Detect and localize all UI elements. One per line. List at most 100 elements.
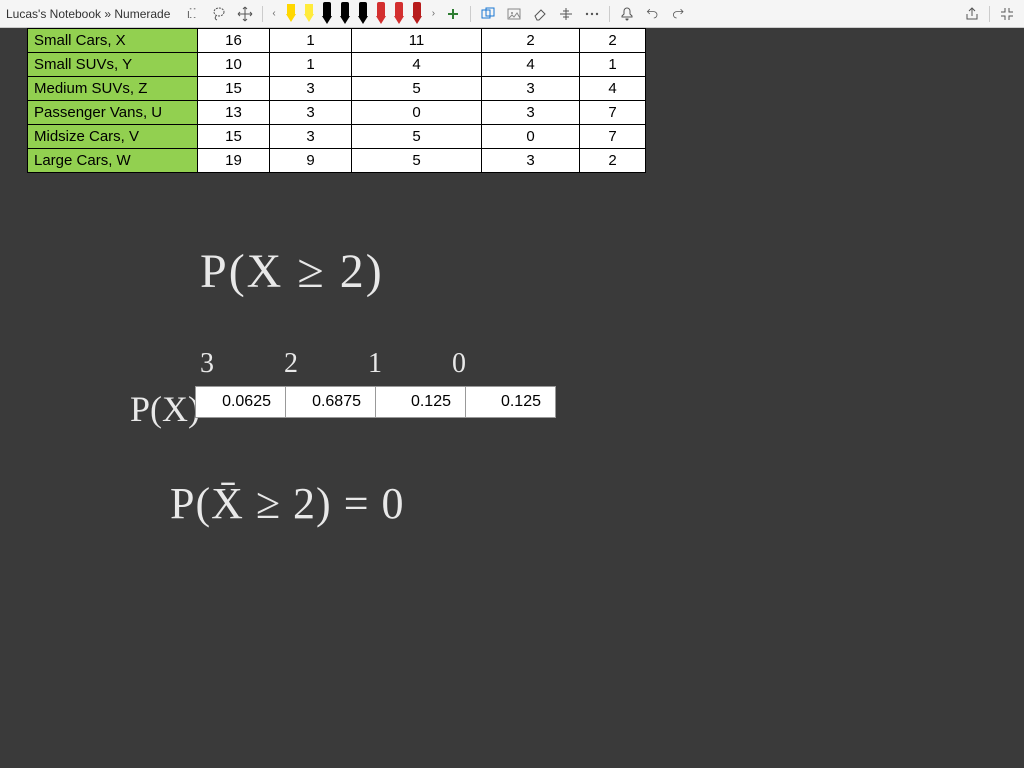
row-label: Midsize Cars, V	[28, 125, 198, 149]
cell: 11	[352, 29, 482, 53]
add-pen-button[interactable]	[442, 3, 464, 25]
cell: 10	[198, 53, 270, 77]
eraser-icon	[532, 6, 548, 22]
fullscreen-button[interactable]	[996, 3, 1018, 25]
toolbar: Lucas's Notebook » Numerade I ‹ ›	[0, 0, 1024, 28]
redo-icon	[671, 6, 687, 22]
pen-tool-1[interactable]	[301, 2, 317, 26]
bell-icon	[619, 6, 635, 22]
cell: 0.125	[466, 387, 556, 418]
cell: 7	[580, 101, 646, 125]
handwritten-column-labels: 3 2 1 0	[200, 348, 466, 380]
pen-tool-3[interactable]	[337, 2, 353, 26]
row-label: Small Cars, X	[28, 29, 198, 53]
table-row: 0.06250.68750.1250.125	[196, 387, 556, 418]
cell: 9	[270, 149, 352, 173]
cell: 0	[482, 125, 580, 149]
cell: 5	[352, 77, 482, 101]
ruler-button[interactable]	[555, 3, 577, 25]
undo-button[interactable]	[642, 3, 664, 25]
table-row: Small SUVs, Y101441	[28, 53, 646, 77]
pen-tool-2[interactable]	[319, 2, 335, 26]
probability-table: 0.06250.68750.1250.125	[195, 386, 556, 418]
shapes-icon	[480, 6, 496, 22]
cell: 1	[270, 53, 352, 77]
next-pen-button[interactable]: ›	[429, 8, 438, 19]
cell: 7	[580, 125, 646, 149]
text-tool-button[interactable]: I	[182, 3, 204, 25]
handwritten-label: 0	[452, 348, 466, 380]
pan-tool-button[interactable]	[234, 3, 256, 25]
canvas[interactable]: Small Cars, X1611122Small SUVs, Y101441M…	[0, 28, 1024, 768]
cell: 19	[198, 149, 270, 173]
cell: 3	[482, 101, 580, 125]
handwritten-px-label: P(X)	[130, 388, 200, 430]
pen-tool-0[interactable]	[283, 2, 299, 26]
cell: 2	[580, 29, 646, 53]
cell: 0.6875	[286, 387, 376, 418]
cell: 0.125	[376, 387, 466, 418]
row-label: Small SUVs, Y	[28, 53, 198, 77]
share-icon	[964, 6, 980, 22]
cell: 4	[352, 53, 482, 77]
image-icon	[506, 6, 522, 22]
vehicle-data-table: Small Cars, X1611122Small SUVs, Y101441M…	[27, 28, 646, 173]
pen-tool-5[interactable]	[373, 2, 389, 26]
handwritten-expression-1: P(X ≥ 2)	[200, 244, 384, 299]
cell: 2	[482, 29, 580, 53]
handwritten-label: 1	[368, 348, 382, 380]
plus-icon	[445, 6, 461, 22]
cell: 3	[270, 101, 352, 125]
cell: 3	[270, 77, 352, 101]
handwritten-expression-2: P(X̄ ≥ 2) = 0	[170, 478, 405, 529]
row-label: Large Cars, W	[28, 149, 198, 173]
cell: 3	[482, 149, 580, 173]
svg-text:I: I	[187, 10, 190, 21]
cell: 3	[270, 125, 352, 149]
eraser-button[interactable]	[529, 3, 551, 25]
table-row: Medium SUVs, Z153534	[28, 77, 646, 101]
table-row: Midsize Cars, V153507	[28, 125, 646, 149]
table-row: Small Cars, X1611122	[28, 29, 646, 53]
undo-icon	[645, 6, 661, 22]
cell: 0.0625	[196, 387, 286, 418]
cell: 16	[198, 29, 270, 53]
pen-tool-4[interactable]	[355, 2, 371, 26]
pan-icon	[237, 6, 253, 22]
collapse-icon	[999, 6, 1015, 22]
redo-button[interactable]	[668, 3, 690, 25]
shapes-button[interactable]	[477, 3, 499, 25]
cell: 2	[580, 149, 646, 173]
prev-pen-button[interactable]: ‹	[269, 8, 278, 19]
pen-tool-7[interactable]	[409, 2, 425, 26]
cell: 0	[352, 101, 482, 125]
ruler-icon	[558, 6, 574, 22]
notebook-title: Lucas's Notebook » Numerade	[6, 7, 170, 21]
cell: 1	[270, 29, 352, 53]
more-button[interactable]	[581, 3, 603, 25]
cell: 4	[580, 77, 646, 101]
table-row: Large Cars, W199532	[28, 149, 646, 173]
toolbar-separator	[989, 6, 990, 22]
pen-tool-6[interactable]	[391, 2, 407, 26]
ellipsis-icon	[584, 6, 600, 22]
toolbar-separator	[470, 6, 471, 22]
row-label: Passenger Vans, U	[28, 101, 198, 125]
lasso-tool-button[interactable]	[208, 3, 230, 25]
cell: 5	[352, 149, 482, 173]
cell: 15	[198, 125, 270, 149]
cell: 3	[482, 77, 580, 101]
pen-palette	[283, 2, 425, 26]
handwritten-label: 2	[284, 348, 298, 380]
lasso-icon	[211, 6, 227, 22]
handwritten-label: 3	[200, 348, 214, 380]
row-label: Medium SUVs, Z	[28, 77, 198, 101]
image-button[interactable]	[503, 3, 525, 25]
toolbar-separator	[262, 6, 263, 22]
table-row: Passenger Vans, U133037	[28, 101, 646, 125]
notifications-button[interactable]	[616, 3, 638, 25]
share-button[interactable]	[961, 3, 983, 25]
cell: 1	[580, 53, 646, 77]
text-cursor-icon: I	[185, 6, 201, 22]
cell: 5	[352, 125, 482, 149]
